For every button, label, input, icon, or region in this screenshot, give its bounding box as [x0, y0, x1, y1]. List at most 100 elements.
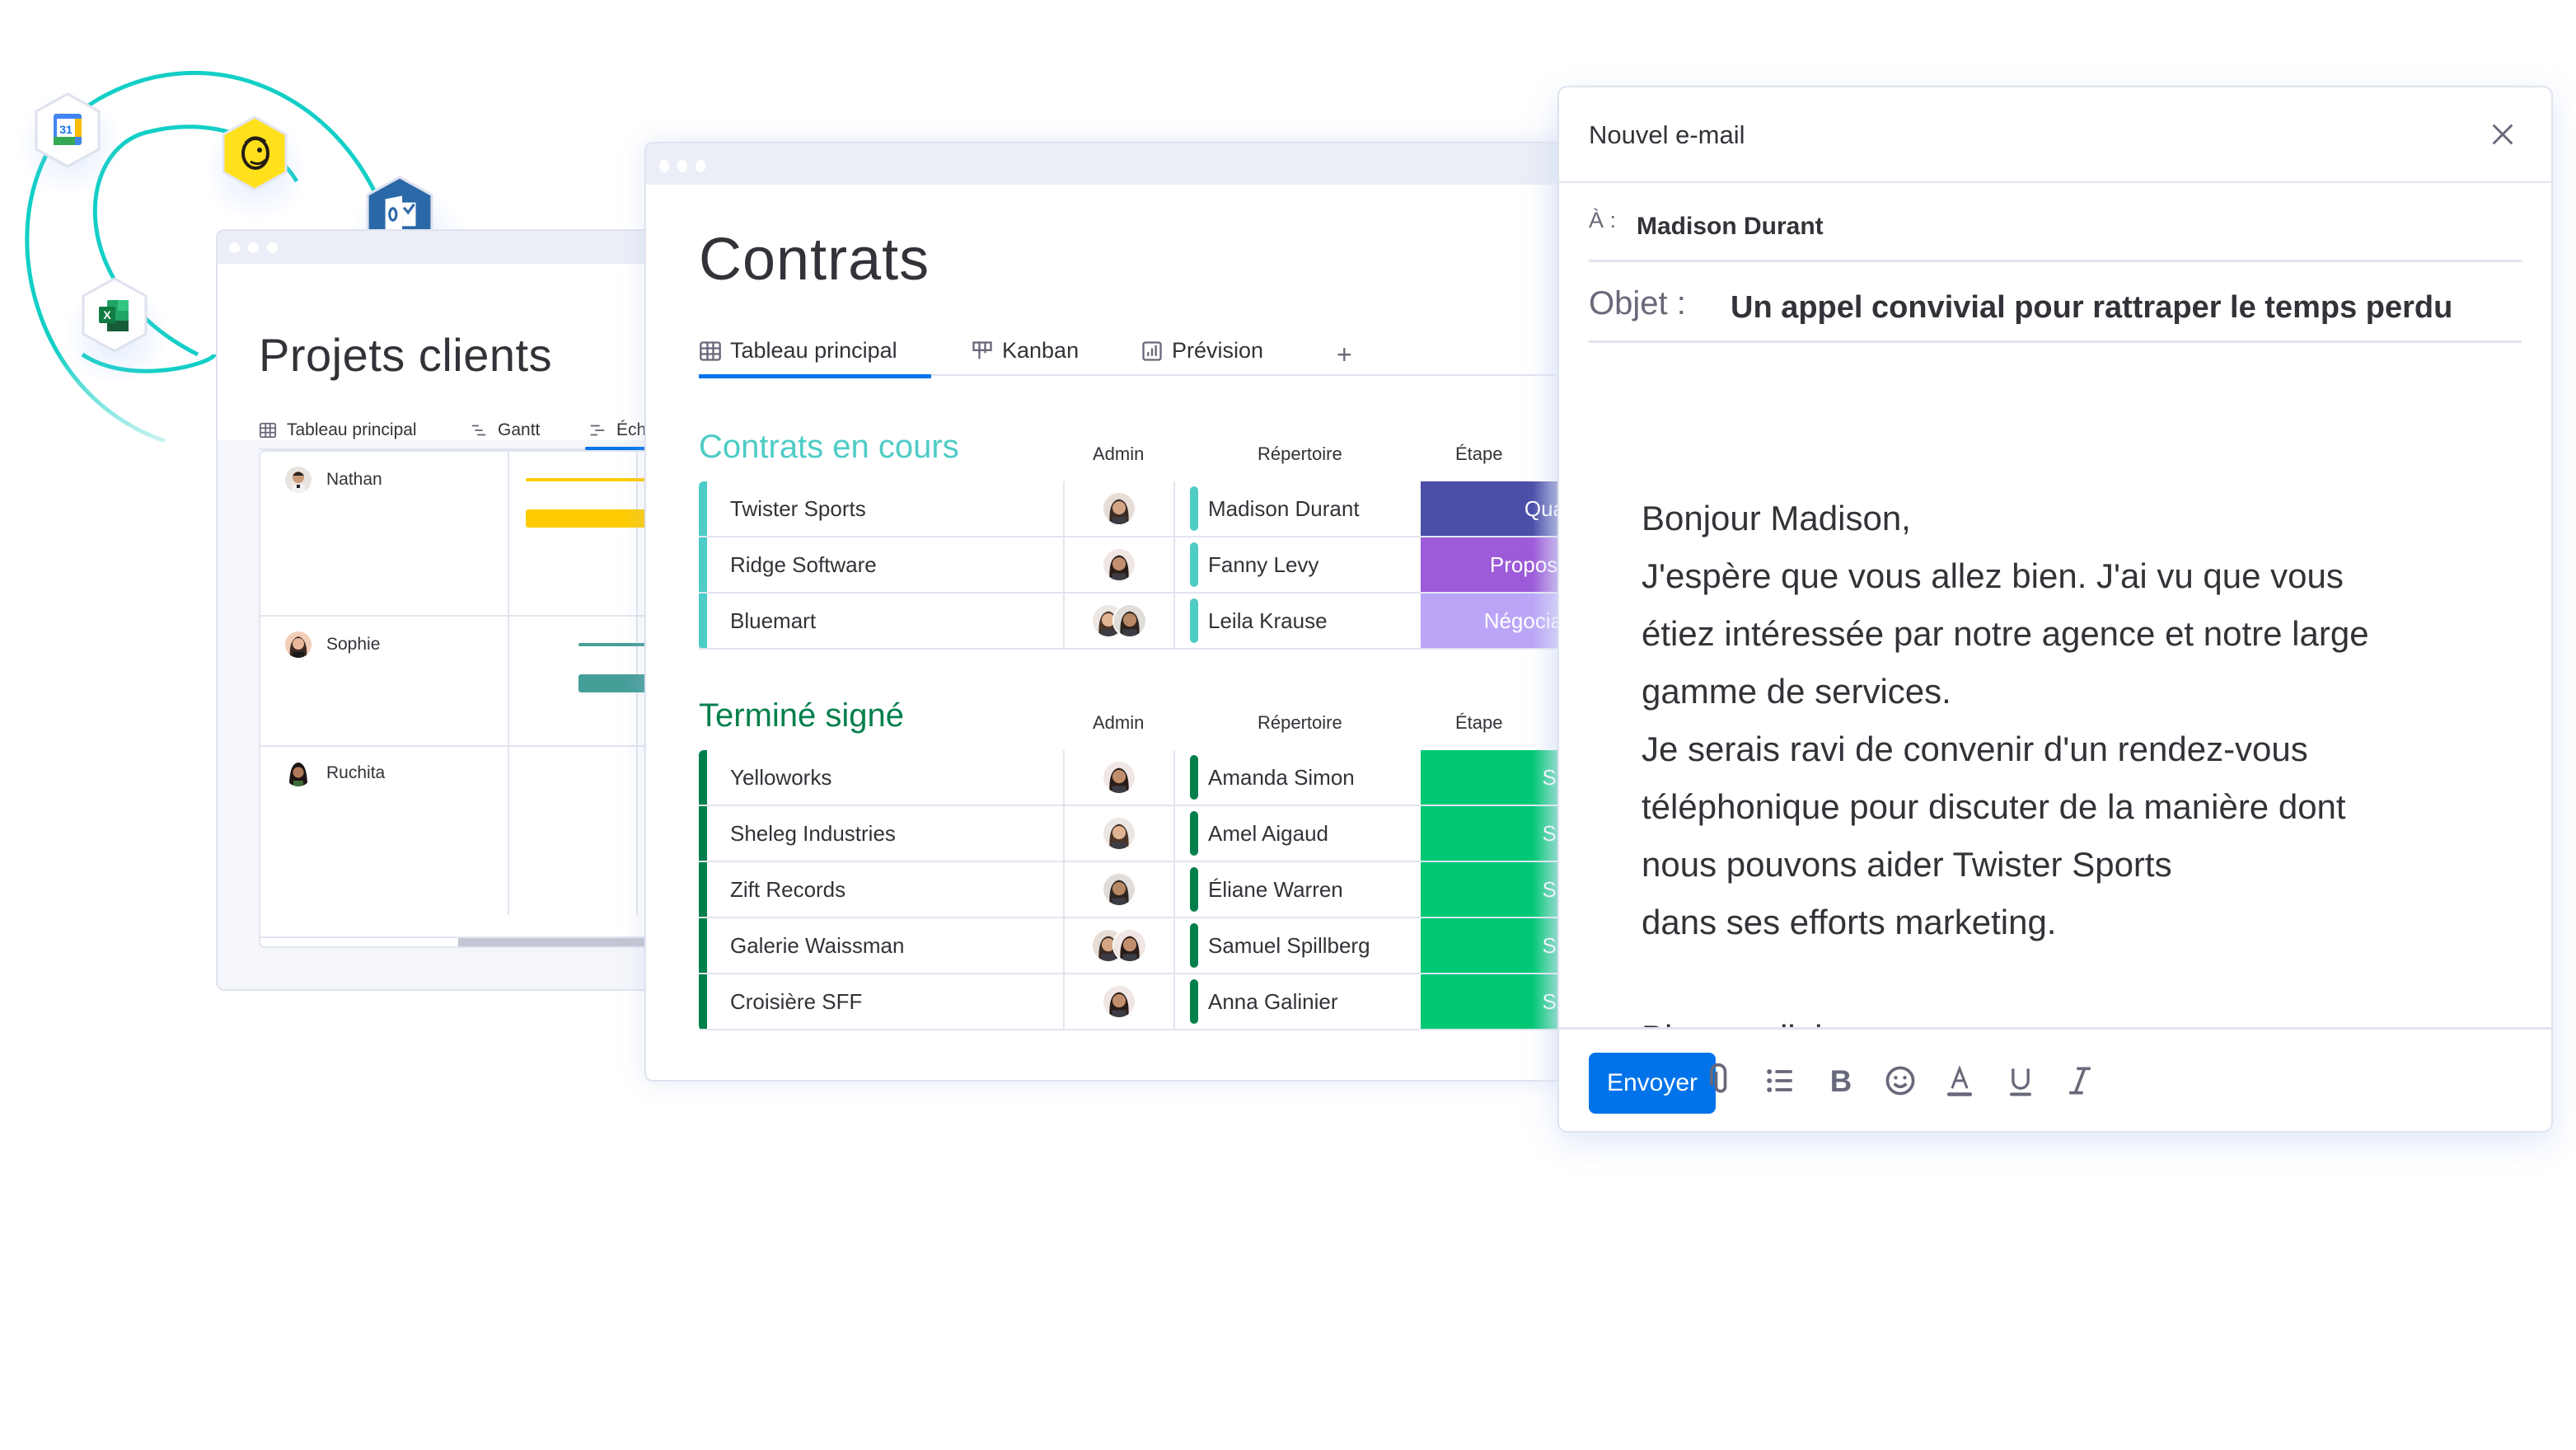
bullet-list-button[interactable] [1760, 1059, 1800, 1102]
contact-name: Amel Aigaud [1208, 820, 1328, 846]
table-row[interactable]: Sheleg IndustriesAmel AigaudSigné [699, 806, 1582, 862]
contact-cell[interactable]: Anna Galinier [1175, 974, 1421, 1029]
integration-google-calendar[interactable]: 31 [34, 92, 101, 168]
integration-mailchimp[interactable] [221, 115, 288, 191]
subject-value[interactable]: Un appel convivial pour rattraper le tem… [1731, 290, 2452, 326]
tab-kanban[interactable]: Kanban [971, 338, 1079, 364]
italic-button[interactable] [2060, 1059, 2100, 1102]
email-title: Nouvel e-mail [1589, 120, 1745, 149]
emoji-icon [1885, 1066, 1915, 1096]
table-row[interactable]: Ridge SoftwareFanny LevyProposition [699, 537, 1582, 594]
close-icon[interactable] [2489, 120, 2517, 148]
column-header-admin[interactable]: Admin [1093, 712, 1144, 734]
tab-tableau-principal[interactable]: Tableau principal [699, 338, 931, 378]
column-header-repertoire[interactable]: Répertoire [1258, 712, 1342, 734]
contact-cell[interactable]: Leila Krause [1175, 594, 1421, 648]
admin-cell[interactable] [1065, 806, 1175, 861]
admin-cell[interactable] [1065, 537, 1175, 592]
column-header-admin[interactable]: Admin [1093, 443, 1144, 465]
email-body-line: J'espère que vous allez bien. J'ai vu qu… [1642, 556, 2344, 595]
window-controls [659, 160, 705, 172]
column-header-repertoire[interactable]: Répertoire [1258, 443, 1342, 465]
admin-avatar[interactable] [1112, 928, 1147, 963]
table-row[interactable]: Galerie WaissmanSamuel SpillbergSigné [699, 918, 1582, 974]
gantt-row[interactable]: Sophie [260, 617, 659, 747]
text-color-button[interactable] [1940, 1059, 1979, 1102]
window-dot[interactable] [267, 242, 278, 253]
admin-cell[interactable] [1065, 974, 1175, 1029]
gantt-row[interactable]: Nathan [260, 452, 659, 617]
subject-field[interactable]: Objet : Un appel convivial pour rattrape… [1589, 262, 2522, 343]
item-name[interactable]: Galerie Waissman [709, 918, 1065, 973]
table-row[interactable]: Zift RecordsÉliane WarrenSigné [699, 862, 1582, 918]
column-header-etape[interactable]: Étape [1455, 443, 1503, 465]
group-title[interactable]: Terminé signé [699, 697, 904, 734]
to-value[interactable]: Madison Durant [1637, 213, 1824, 241]
window-dot[interactable] [696, 160, 705, 172]
item-name[interactable]: Sheleg Industries [709, 806, 1065, 861]
item-name[interactable]: Twister Sports [709, 481, 1065, 536]
contact-color-bar [1190, 811, 1198, 856]
person-name: Nathan [326, 470, 382, 489]
attach-button[interactable] [1701, 1059, 1740, 1102]
item-name[interactable]: Bluemart [709, 594, 1065, 648]
send-button[interactable]: Envoyer [1589, 1053, 1716, 1114]
gantt-row[interactable]: Ruchita [260, 747, 659, 913]
item-name[interactable]: Croisière SFF [709, 974, 1065, 1029]
to-field[interactable]: À : Madison Durant [1589, 183, 2522, 262]
contact-cell[interactable]: Fanny Levy [1175, 537, 1421, 592]
window-dot[interactable] [677, 160, 687, 172]
tab-prevision[interactable]: Prévision [1140, 338, 1263, 364]
window-dot[interactable] [229, 242, 240, 253]
item-name[interactable]: Zift Records [709, 862, 1065, 917]
table-row[interactable]: Croisière SFFAnna GalinierSigné [699, 974, 1582, 1030]
admin-avatar[interactable] [1102, 816, 1136, 851]
bold-button[interactable]: B [1821, 1059, 1861, 1102]
horizontal-scrollbar[interactable] [260, 936, 659, 946]
column-header-etape[interactable]: Étape [1455, 712, 1503, 734]
group-table: Twister SportsMadison DurantQualifiéRidg… [699, 481, 1582, 650]
table-row[interactable]: Twister SportsMadison DurantQualifié [699, 481, 1582, 537]
admin-cell[interactable] [1065, 862, 1175, 917]
integration-excel[interactable]: X [81, 277, 148, 353]
admin-avatar[interactable] [1102, 984, 1136, 1019]
window-dot[interactable] [248, 242, 259, 253]
item-name[interactable]: Yelloworks [709, 750, 1065, 805]
contact-cell[interactable]: Samuel Spillberg [1175, 918, 1421, 973]
contact-name: Samuel Spillberg [1208, 932, 1370, 958]
gantt-board: Nathan Sophie Ruchita [259, 450, 659, 948]
contact-cell[interactable]: Éliane Warren [1175, 862, 1421, 917]
admin-cell[interactable] [1065, 750, 1175, 805]
table-row[interactable]: BluemartLeila KrauseNégociation [699, 594, 1582, 650]
admin-cell[interactable] [1065, 481, 1175, 536]
tab-label: Tableau principal [730, 338, 897, 363]
contact-cell[interactable]: Amanda Simon [1175, 750, 1421, 805]
person: Nathan [285, 467, 382, 493]
admin-cell[interactable] [1065, 918, 1175, 973]
gantt-bar[interactable] [526, 509, 659, 528]
admin-avatar[interactable] [1102, 872, 1136, 907]
tab-tableau-principal[interactable]: Tableau principal [259, 420, 417, 440]
contact-cell[interactable]: Amel Aigaud [1175, 806, 1421, 861]
add-view-button[interactable]: + [1337, 340, 1352, 370]
to-label: À : [1589, 208, 1617, 232]
admin-avatar[interactable] [1102, 760, 1136, 795]
contact-name: Éliane Warren [1208, 876, 1343, 902]
tab-gantt[interactable]: Gantt [470, 420, 540, 440]
admin-avatar[interactable] [1112, 603, 1147, 638]
admin-cell[interactable] [1065, 594, 1175, 648]
admin-avatar[interactable] [1102, 547, 1136, 582]
board-header: Projets clients Tableau principal Gantt … [218, 264, 659, 450]
admin-avatar[interactable] [1102, 491, 1136, 526]
underline-button[interactable] [2001, 1059, 2040, 1102]
emoji-button[interactable] [1880, 1059, 1920, 1102]
window-dot[interactable] [659, 160, 669, 172]
admin-avatars [1091, 928, 1147, 963]
item-name[interactable]: Ridge Software [709, 537, 1065, 592]
group-title[interactable]: Contrats en cours [699, 429, 959, 466]
table-row[interactable]: YelloworksAmanda SimonSigné [699, 750, 1582, 806]
person-name: Sophie [326, 635, 381, 654]
scrollbar-thumb[interactable] [458, 938, 659, 946]
tab-echeancier[interactable]: Éch [584, 420, 659, 450]
contact-cell[interactable]: Madison Durant [1175, 481, 1421, 536]
